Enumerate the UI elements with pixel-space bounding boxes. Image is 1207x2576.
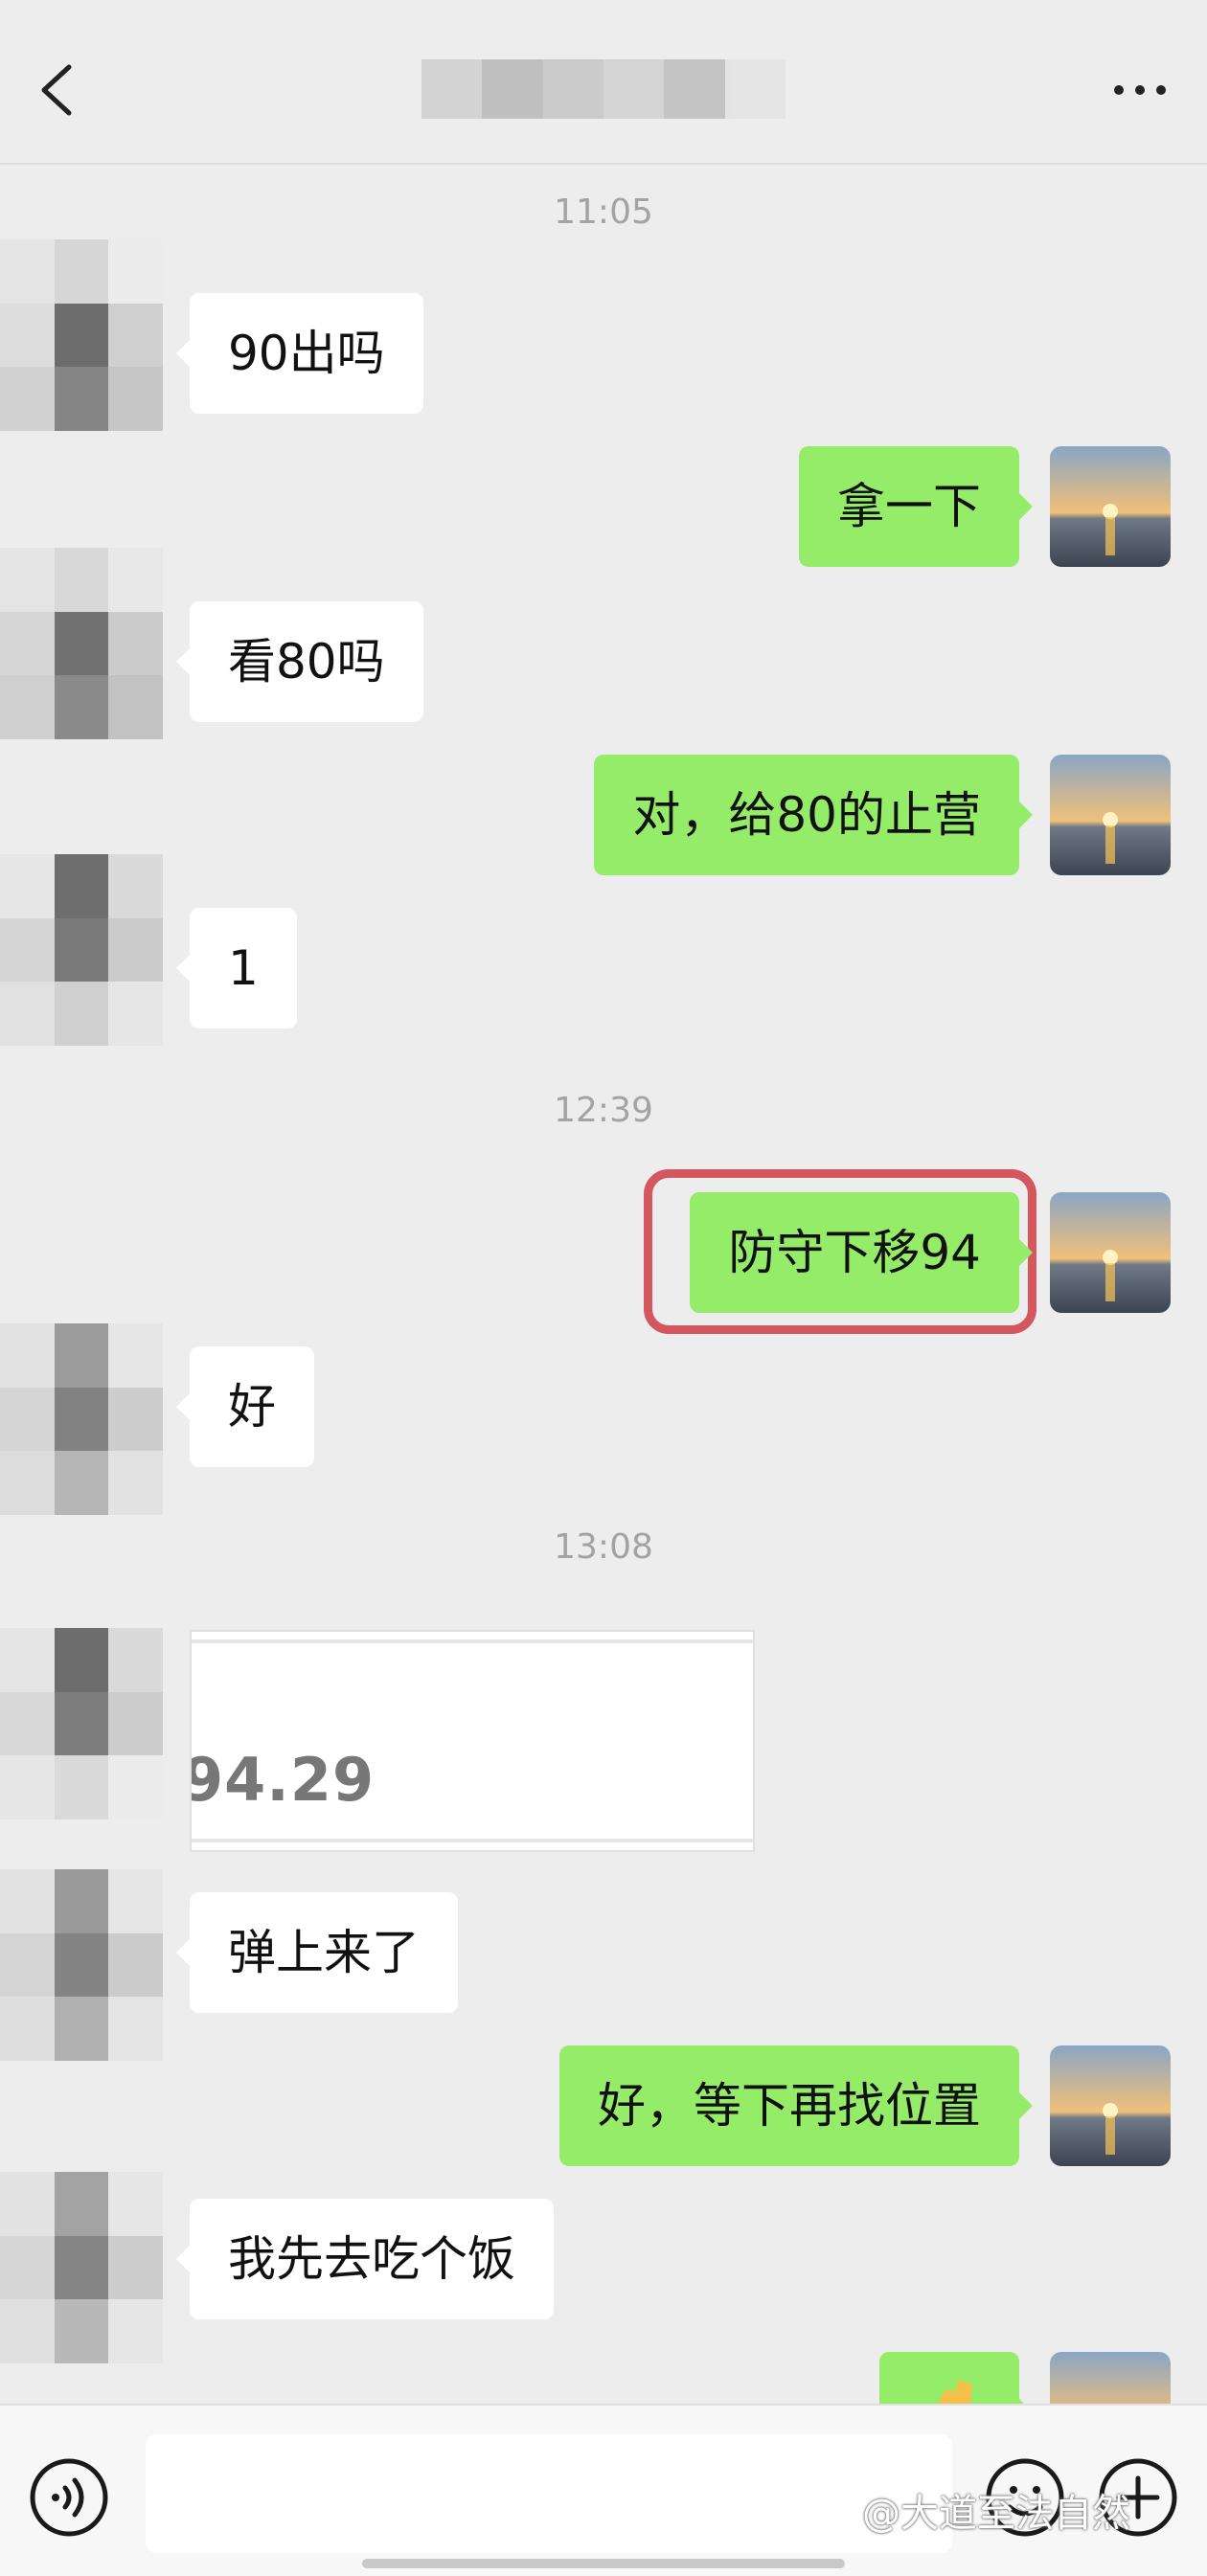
chat-header: [0, 0, 1207, 165]
incoming-message[interactable]: 1: [176, 908, 297, 1028]
avatar[interactable]: [0, 854, 163, 1046]
outgoing-message[interactable]: 好，等下再找位置: [559, 2045, 1033, 2166]
price-value: 94.29: [190, 1745, 376, 1815]
home-indicator[interactable]: [362, 2559, 845, 2568]
timestamp: 13:08: [554, 1527, 653, 1567]
sunset-avatar[interactable]: [1050, 2045, 1171, 2166]
message-input[interactable]: [146, 2434, 952, 2553]
timestamp: 12:39: [554, 1091, 653, 1130]
incoming-message[interactable]: 弹上来了: [176, 1892, 458, 2013]
incoming-message[interactable]: 90出吗: [176, 293, 423, 414]
image-message-card[interactable]: 94.29: [190, 1630, 755, 1852]
avatar[interactable]: [0, 239, 163, 431]
timestamp: 11:05: [554, 192, 653, 232]
outgoing-message-highlighted[interactable]: 防守下移94: [690, 1192, 1033, 1313]
more-dots-icon[interactable]: [1111, 82, 1169, 98]
sunset-avatar[interactable]: [1050, 1192, 1171, 1313]
voice-icon[interactable]: [29, 2457, 109, 2538]
card-divider: [192, 1639, 753, 1643]
incoming-message[interactable]: 我先去吃个饭: [176, 2199, 554, 2319]
input-bar: @大道至法自然: [0, 2404, 1207, 2576]
avatar[interactable]: [0, 1323, 163, 1515]
incoming-message[interactable]: 看80吗: [176, 601, 423, 722]
avatar[interactable]: [0, 548, 163, 739]
avatar[interactable]: [0, 2172, 163, 2363]
incoming-message[interactable]: 好: [176, 1346, 314, 1467]
contact-name-redacted: [421, 59, 786, 119]
outgoing-message[interactable]: 对，给80的止营: [594, 755, 1033, 875]
sunset-avatar[interactable]: [1050, 755, 1171, 875]
sunset-avatar[interactable]: [1050, 446, 1171, 567]
chevron-left-icon[interactable]: [36, 61, 79, 119]
watermark: @大道至法自然: [862, 2492, 1130, 2536]
avatar[interactable]: [0, 1869, 163, 2061]
card-divider: [192, 1839, 753, 1842]
message-list[interactable]: 11:05 90出吗 拿一下 看80吗 对，给80的止营 1 12:39 防守下…: [0, 163, 1207, 2473]
avatar[interactable]: [0, 1628, 163, 1819]
outgoing-message[interactable]: 拿一下: [799, 446, 1033, 567]
